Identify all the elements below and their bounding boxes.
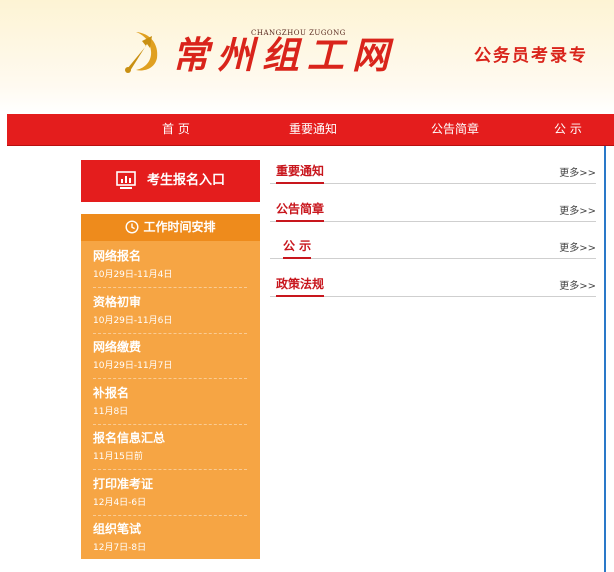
section-title[interactable]: 政策法规 xyxy=(276,274,325,297)
schedule-item-name: 打印准考证 xyxy=(93,477,154,491)
main-nav: 首 页 重要通知 公告简章 公 示 xyxy=(7,114,614,146)
party-emblem-icon xyxy=(125,32,158,73)
schedule-title: 工作时间安排 xyxy=(143,220,216,234)
more-link[interactable]: 更多>> xyxy=(559,202,596,217)
section-publicity: 公 示 更多>> xyxy=(270,236,596,259)
site-header: 常州组工网 CHANGZHOU ZUGONG 公务员考录专 xyxy=(0,0,614,114)
schedule-panel: 工作时间安排 网络报名 10月29日-11月4日 资格初审 10月29日-11月… xyxy=(81,214,260,559)
enroll-entry-button[interactable]: 考生报名入口 xyxy=(81,160,260,202)
schedule-item-date: 10月29日-11月6日 xyxy=(93,316,173,326)
header-slogan: 公务员考录专 xyxy=(474,46,588,66)
schedule-item-date: 10月29日-11月7日 xyxy=(93,361,173,371)
schedule-item: 资格初审 10月29日-11月6日 xyxy=(93,287,247,334)
schedule-item-name: 补报名 xyxy=(93,386,130,400)
monitor-chart-icon xyxy=(116,171,136,189)
schedule-item: 补报名 11月8日 xyxy=(93,378,247,425)
nav-item-publicity[interactable]: 公 示 xyxy=(554,114,582,145)
schedule-item-name: 组织笔试 xyxy=(93,522,142,536)
schedule-item: 组织笔试 12月7日-8日 xyxy=(93,514,247,560)
schedule-header: 工作时间安排 xyxy=(81,214,260,241)
more-link[interactable]: 更多>> xyxy=(559,164,596,179)
schedule-item-date: 12月4日-6日 xyxy=(93,498,147,508)
schedule-item-name: 资格初审 xyxy=(93,295,142,309)
schedule-item-date: 12月7日-8日 xyxy=(93,543,147,553)
nav-item-announcements[interactable]: 公告简章 xyxy=(431,114,479,145)
section-title[interactable]: 公 示 xyxy=(283,236,312,259)
schedule-item-name: 报名信息汇总 xyxy=(93,431,166,445)
more-link[interactable]: 更多>> xyxy=(559,277,596,292)
schedule-item-name: 网络缴费 xyxy=(93,340,142,354)
right-edge-divider xyxy=(604,146,606,572)
more-link[interactable]: 更多>> xyxy=(559,239,596,254)
section-title[interactable]: 重要通知 xyxy=(276,161,325,184)
nav-item-home[interactable]: 首 页 xyxy=(162,114,190,145)
schedule-item: 网络报名 10月29日-11月4日 xyxy=(93,241,247,288)
schedule-item-name: 网络报名 xyxy=(93,249,142,263)
section-announcements: 公告简章 更多>> xyxy=(270,199,596,222)
schedule-item: 报名信息汇总 11月15日前 xyxy=(93,423,247,470)
schedule-item-date: 11月8日 xyxy=(93,407,129,417)
section-important-notices: 重要通知 更多>> xyxy=(270,161,596,184)
schedule-item-date: 10月29日-11月4日 xyxy=(93,270,173,280)
schedule-item-date: 11月15日前 xyxy=(93,452,143,462)
section-title[interactable]: 公告简章 xyxy=(276,199,325,222)
schedule-item: 打印准考证 12月4日-6日 xyxy=(93,469,247,516)
schedule-item: 网络缴费 10月29日-11月7日 xyxy=(93,332,247,379)
nav-item-notices[interactable]: 重要通知 xyxy=(289,114,337,145)
enroll-entry-label: 考生报名入口 xyxy=(147,173,226,188)
section-policies: 政策法规 更多>> xyxy=(270,274,596,297)
clock-icon xyxy=(125,220,139,234)
site-logo-pinyin: CHANGZHOU ZUGONG xyxy=(251,29,346,37)
